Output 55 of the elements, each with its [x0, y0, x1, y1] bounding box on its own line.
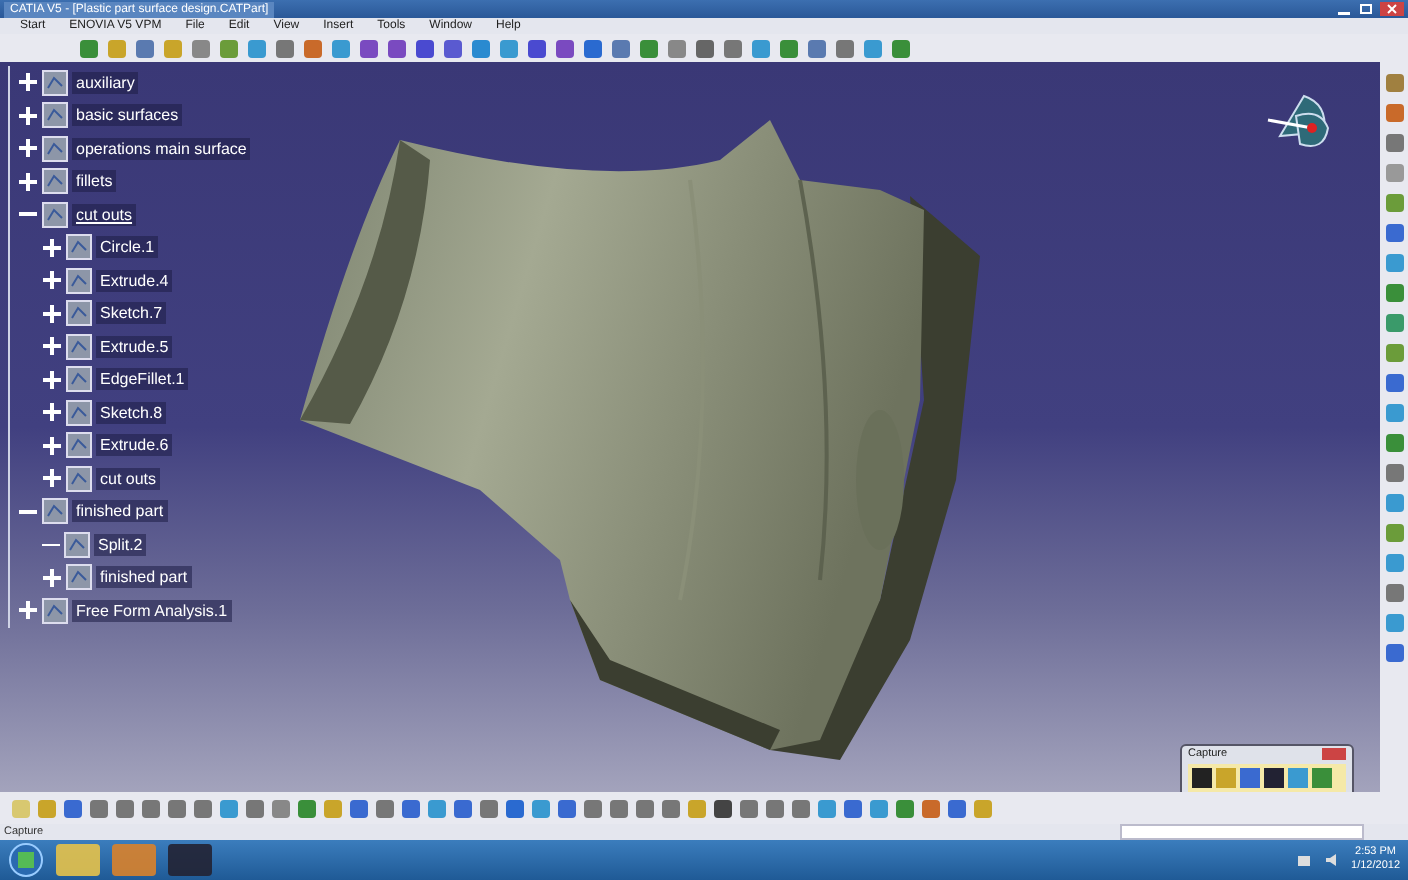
tree-item-label[interactable]: auxiliary — [72, 71, 139, 94]
start-button[interactable] — [8, 842, 44, 878]
tree-item-label[interactable]: cut outs — [72, 203, 137, 226]
network-icon[interactable] — [1295, 852, 1312, 868]
tree-item-label[interactable]: Free Form Analysis.1 — [72, 599, 232, 622]
tree-node-icon — [66, 300, 92, 327]
expand-toggle-icon[interactable] — [42, 567, 62, 588]
tree-node-icon — [66, 465, 92, 492]
maximize-icon[interactable] — [1358, 2, 1374, 16]
expand-toggle-icon[interactable] — [18, 72, 38, 93]
expand-toggle-icon[interactable] — [18, 105, 38, 126]
tree-node-icon — [66, 399, 92, 426]
expand-toggle-icon[interactable] — [42, 270, 62, 291]
tree-node-icon — [66, 267, 92, 294]
close-icon[interactable] — [1380, 2, 1404, 16]
tree-item-label[interactable]: fillets — [72, 170, 117, 193]
tree-node-icon — [42, 201, 68, 228]
compass-icon[interactable] — [1267, 95, 1329, 147]
tree-node-icon — [66, 432, 92, 459]
expand-toggle-icon[interactable] — [42, 402, 62, 423]
tree-node-icon — [42, 69, 68, 96]
tree-item-label[interactable]: cut outs — [96, 467, 161, 490]
tree-node-icon — [42, 102, 68, 129]
expand-toggle-icon[interactable] — [42, 237, 62, 258]
tree-item-label[interactable]: Extrude.5 — [96, 335, 173, 358]
expand-toggle-icon[interactable] — [42, 369, 62, 390]
volume-icon[interactable] — [1323, 852, 1340, 868]
tree-node-icon — [66, 564, 92, 591]
tree-item-label[interactable]: Sketch.7 — [96, 302, 167, 325]
tree-item-label[interactable]: EdgeFillet.1 — [96, 368, 189, 391]
tree-item-label[interactable]: Extrude.6 — [96, 434, 173, 457]
command-input-field[interactable] — [1120, 824, 1364, 840]
expand-toggle-icon[interactable] — [42, 303, 62, 324]
expand-toggle-icon[interactable] — [18, 171, 38, 192]
tree-item-label[interactable]: finished part — [72, 500, 168, 523]
tree-item-label[interactable]: Circle.1 — [96, 236, 159, 259]
tree-node-icon — [42, 168, 68, 195]
tree-node-icon — [64, 531, 90, 558]
tree-item-label[interactable]: operations main surface — [72, 137, 251, 160]
tree-node-icon — [66, 234, 92, 261]
tree-node-icon — [42, 135, 68, 162]
tree-node-icon — [66, 366, 92, 393]
expand-toggle-icon[interactable] — [18, 600, 38, 621]
expand-toggle-icon[interactable] — [42, 468, 62, 489]
expand-toggle-icon[interactable] — [18, 138, 38, 159]
expand-toggle-icon[interactable] — [42, 336, 62, 357]
tree-item-label[interactable]: finished part — [96, 566, 192, 589]
tree-item-label[interactable]: Split.2 — [94, 533, 147, 556]
tree-item-label[interactable]: basic surfaces — [72, 104, 183, 127]
tree-item-label[interactable]: Extrude.4 — [96, 269, 173, 292]
expand-toggle-icon[interactable] — [42, 435, 62, 456]
tree-item-label[interactable]: Sketch.8 — [96, 401, 167, 424]
tree-node-icon — [42, 498, 68, 525]
tree-node-icon — [42, 597, 68, 624]
tree-node-icon — [66, 333, 92, 360]
